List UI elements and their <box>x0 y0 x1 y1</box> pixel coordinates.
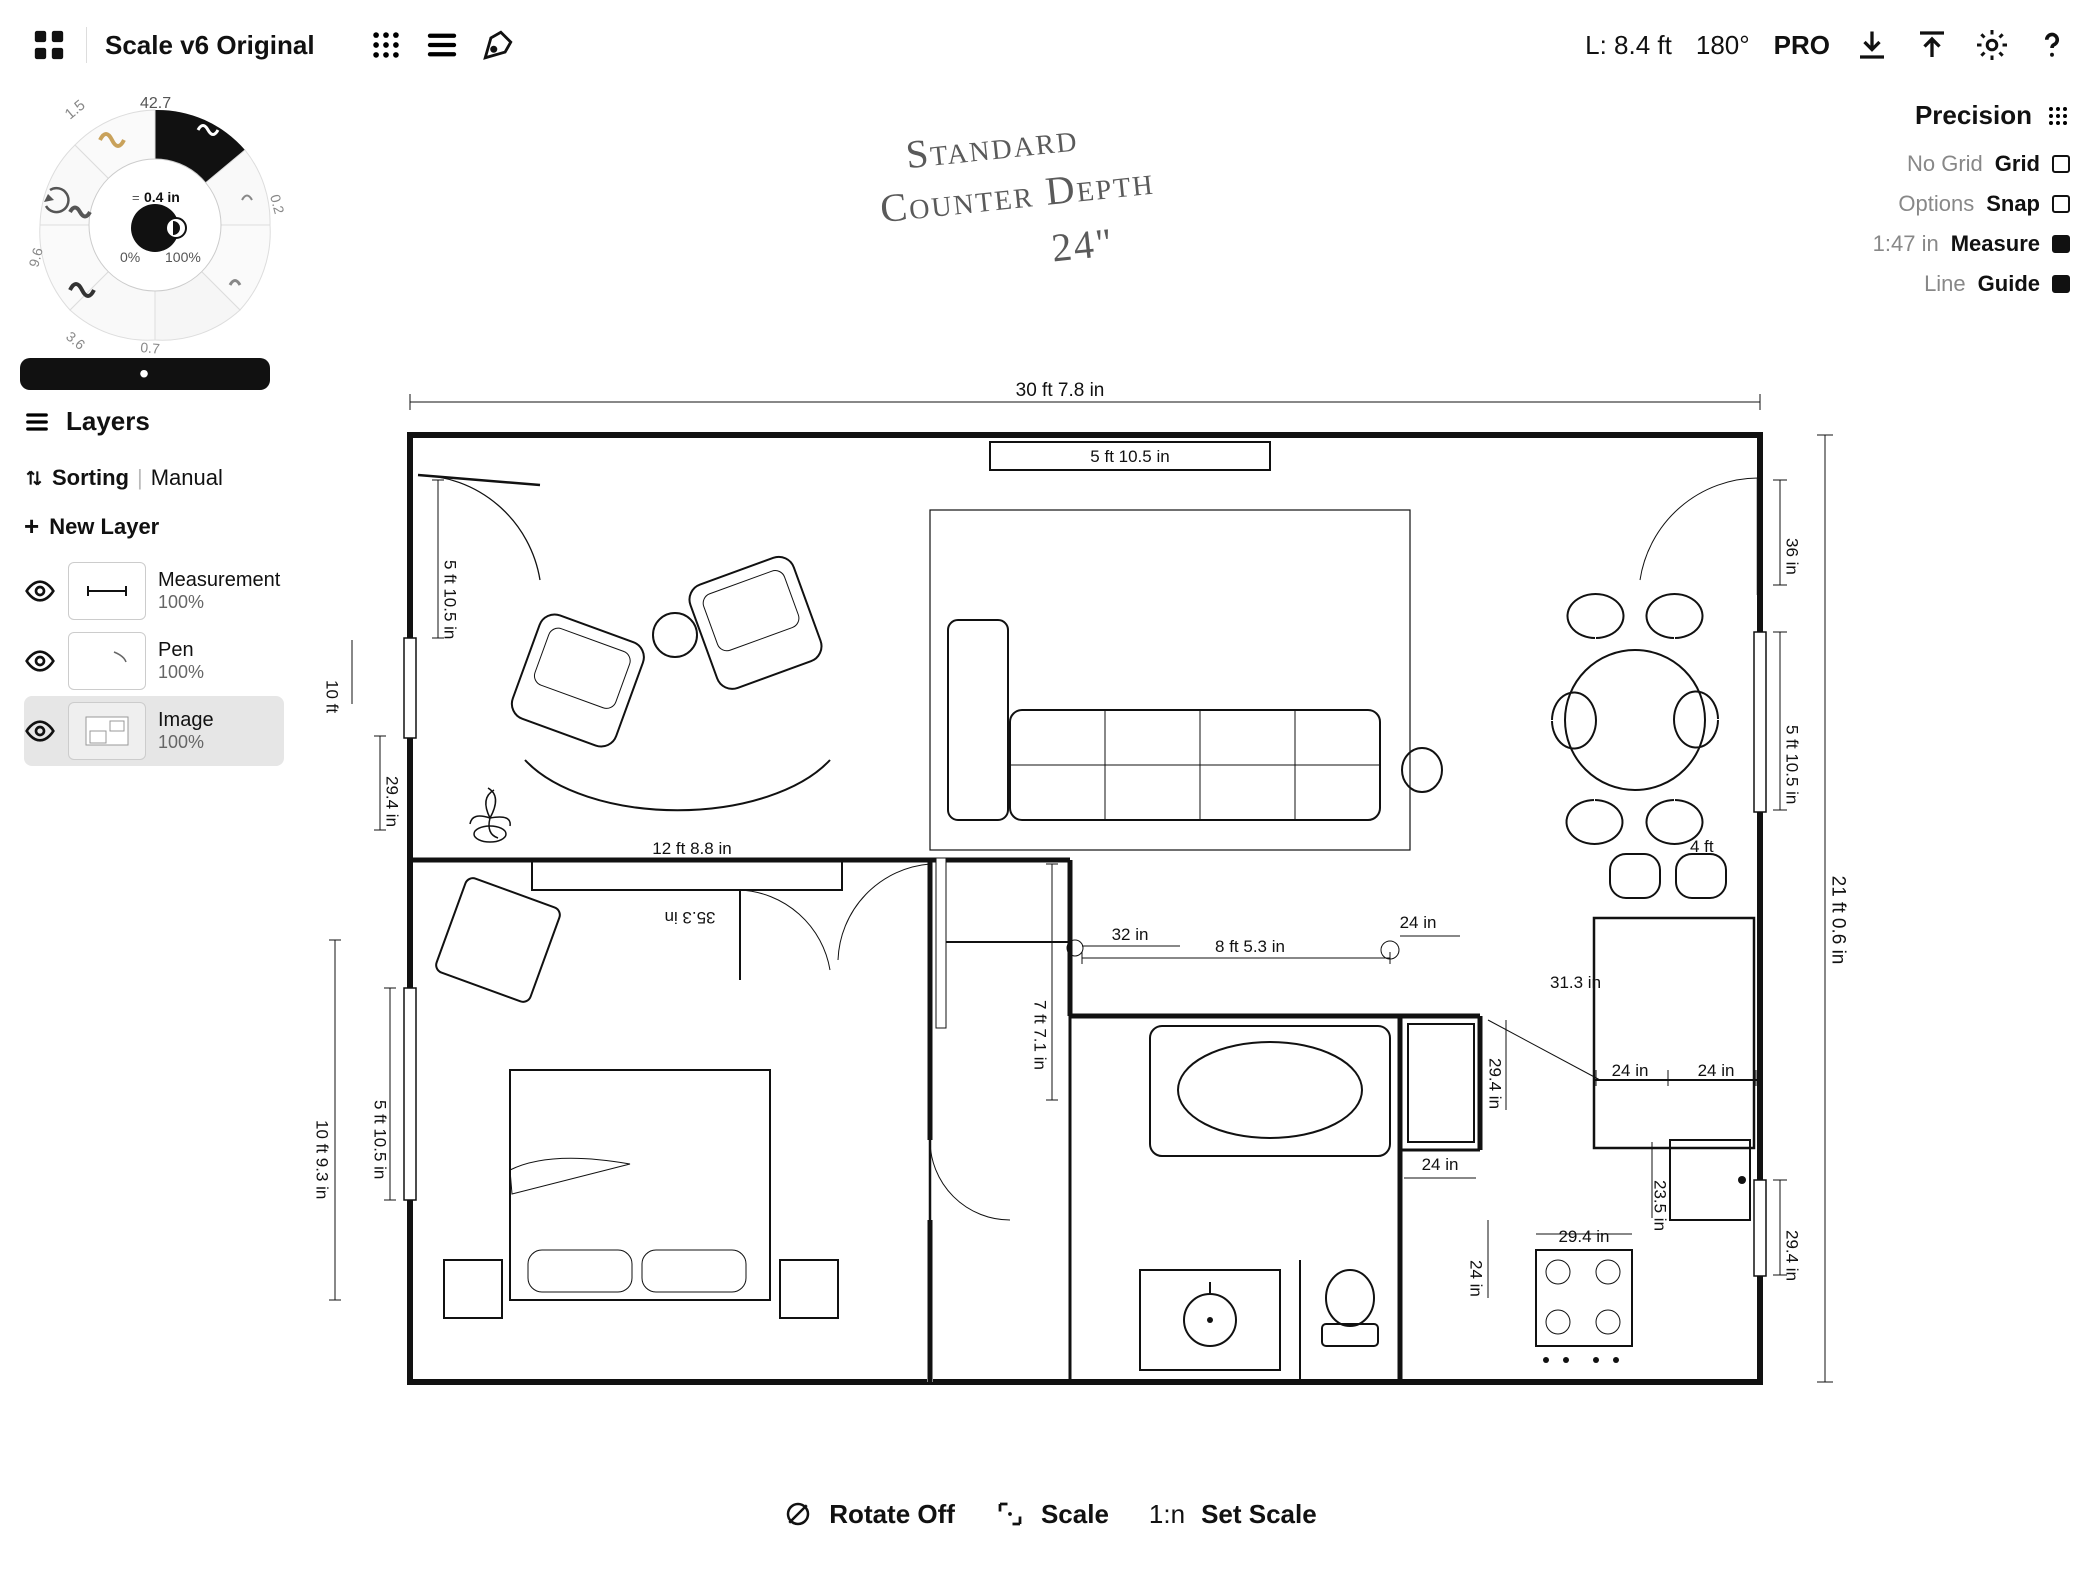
plus-icon: + <box>24 511 39 542</box>
dim-bath-8ft: 8 ft 5.3 in <box>1215 937 1285 956</box>
rotate-toggle[interactable]: Rotate Off <box>783 1499 955 1530</box>
layers-heading: Layers <box>24 406 284 437</box>
set-scale-button[interactable]: 1:n Set Scale <box>1149 1499 1317 1530</box>
dim-top: 30 ft 7.8 in <box>1016 380 1105 401</box>
layers-menu-icon[interactable] <box>24 409 50 435</box>
set-scale-label: Set Scale <box>1201 1499 1317 1530</box>
layer-item-pen[interactable]: Pen 100% <box>24 626 284 696</box>
dim-hall-7ft: 7 ft 7.1 in <box>1031 1000 1050 1070</box>
scale-icon <box>995 1499 1025 1529</box>
brush-radial-control[interactable]: 0% 100% = 0.4 in 1.5 42.7 0.4 0.2 3.6 0.… <box>20 90 290 360</box>
svg-text:100%: 100% <box>165 249 201 265</box>
dim-k-24c: 24 in <box>1422 1155 1459 1174</box>
dim-bed-outer: 10 ft 9.3 in <box>313 1120 332 1199</box>
dim-bed-win: 5 ft 10.5 in <box>371 1100 390 1179</box>
svg-text:=: = <box>132 190 140 205</box>
layers-panel: Layers Sorting | Manual + New Layer Meas… <box>24 406 284 766</box>
status-angle: 180° <box>1696 30 1750 61</box>
top-toolbar: Scale v6 Original L: 8.4 ft 180° PRO <box>0 0 2100 90</box>
dim-dining-4ft: 4 ft <box>1690 837 1714 856</box>
layer-name: Measurement <box>158 569 280 592</box>
handwriting-line3: 24" <box>1003 212 1163 279</box>
dim-living-294: 29.4 in <box>383 776 402 827</box>
separator <box>86 27 87 63</box>
settings-gear-icon[interactable] <box>1974 27 2010 63</box>
sorting-label: Sorting <box>52 465 129 491</box>
upload-icon[interactable] <box>1914 27 1950 63</box>
dim-k-313: 31.3 in <box>1550 973 1601 992</box>
layer-text: Pen 100% <box>158 639 204 683</box>
dim-bath-32: 32 in <box>1112 925 1149 944</box>
layer-opacity: 100% <box>158 662 204 683</box>
layer-thumbnail <box>68 632 146 690</box>
dim-left-10ft: 10 ft <box>323 680 342 713</box>
layer-item-image[interactable]: Image 100% <box>24 696 284 766</box>
layer-opacity: 100% <box>158 592 280 613</box>
dim-k-294s: 29.4 in <box>1558 1227 1609 1246</box>
dim-bed-353: 35.3 in <box>664 908 715 927</box>
layers-sorting-row[interactable]: Sorting | Manual <box>24 465 284 491</box>
list-lines-icon[interactable] <box>423 26 461 64</box>
set-scale-ratio-icon: 1:n <box>1149 1499 1185 1530</box>
dim-k-24b: 24 in <box>1698 1061 1735 1080</box>
svg-text:1.5: 1.5 <box>62 97 89 123</box>
dim-k-235: 23.5 in <box>1651 1180 1670 1231</box>
rotate-off-icon <box>783 1499 813 1529</box>
topbar-right-group: L: 8.4 ft 180° PRO <box>1585 27 2070 63</box>
dim-right-294b: 29.4 in <box>1783 1230 1802 1281</box>
pen-tool-icon[interactable] <box>479 26 517 64</box>
floor-plan: 30 ft 7.8 in 21 ft 0.6 in 36 in 5 ft 10.… <box>340 380 1880 1420</box>
layer-opacity: 100% <box>158 732 214 753</box>
rotate-label: Rotate Off <box>829 1499 955 1530</box>
brush-preview-bar[interactable]: • <box>20 358 270 390</box>
dim-tv: 5 ft 10.5 in <box>1090 447 1169 466</box>
dim-right-h: 21 ft 0.6 in <box>1828 876 1849 965</box>
handwritten-note: Standard Counter Depth 24" <box>833 104 1163 296</box>
sort-arrows-icon <box>24 468 44 488</box>
dots-grid-icon[interactable] <box>367 26 405 64</box>
layer-name: Image <box>158 709 214 732</box>
topbar-left-group: Scale v6 Original <box>30 26 517 64</box>
layer-text: Measurement 100% <box>158 569 280 613</box>
layers-title: Layers <box>66 406 150 437</box>
download-icon[interactable] <box>1854 27 1890 63</box>
help-icon[interactable] <box>2034 27 2070 63</box>
new-layer-label: New Layer <box>49 514 159 540</box>
dim-left-top: 5 ft 10.5 in <box>441 560 460 639</box>
layer-thumbnail <box>68 562 146 620</box>
new-layer-button[interactable]: + New Layer <box>24 511 284 542</box>
tool-selector-group <box>367 26 517 64</box>
dim-right-win: 5 ft 10.5 in <box>1783 725 1802 804</box>
layer-text: Image 100% <box>158 709 214 753</box>
dim-k-294tl: 29.4 in <box>1486 1058 1505 1109</box>
scale-label: Scale <box>1041 1499 1109 1530</box>
document-title[interactable]: Scale v6 Original <box>105 30 315 61</box>
dim-bath-24a: 24 in <box>1400 913 1437 932</box>
dim-k-24d: 24 in <box>1467 1260 1486 1297</box>
svg-text:0.7: 0.7 <box>140 339 161 357</box>
visibility-toggle-icon[interactable] <box>24 715 56 747</box>
sorting-mode: Manual <box>151 465 223 491</box>
svg-text:0.4 in: 0.4 in <box>144 189 180 205</box>
drawing-canvas[interactable]: Standard Counter Depth 24" 30 ft 7.8 in … <box>280 120 2060 1454</box>
dim-bed-12ft: 12 ft 8.8 in <box>652 839 731 858</box>
dim-right-36: 36 in <box>1783 538 1802 575</box>
status-length: L: 8.4 ft <box>1585 30 1672 61</box>
bottom-toolbar: Rotate Off Scale 1:n Set Scale <box>0 1484 2100 1544</box>
layer-name: Pen <box>158 639 204 662</box>
visibility-toggle-icon[interactable] <box>24 645 56 677</box>
svg-text:42.7: 42.7 <box>140 95 171 112</box>
scale-button[interactable]: Scale <box>995 1499 1109 1530</box>
layer-thumbnail <box>68 702 146 760</box>
grid-icon[interactable] <box>30 26 68 64</box>
visibility-toggle-icon[interactable] <box>24 575 56 607</box>
layer-item-measurement[interactable]: Measurement 100% <box>24 556 284 626</box>
dim-k-24a: 24 in <box>1612 1061 1649 1080</box>
pro-badge[interactable]: PRO <box>1774 30 1830 61</box>
svg-text:0%: 0% <box>120 249 140 265</box>
svg-text:3.6: 3.6 <box>63 328 88 353</box>
